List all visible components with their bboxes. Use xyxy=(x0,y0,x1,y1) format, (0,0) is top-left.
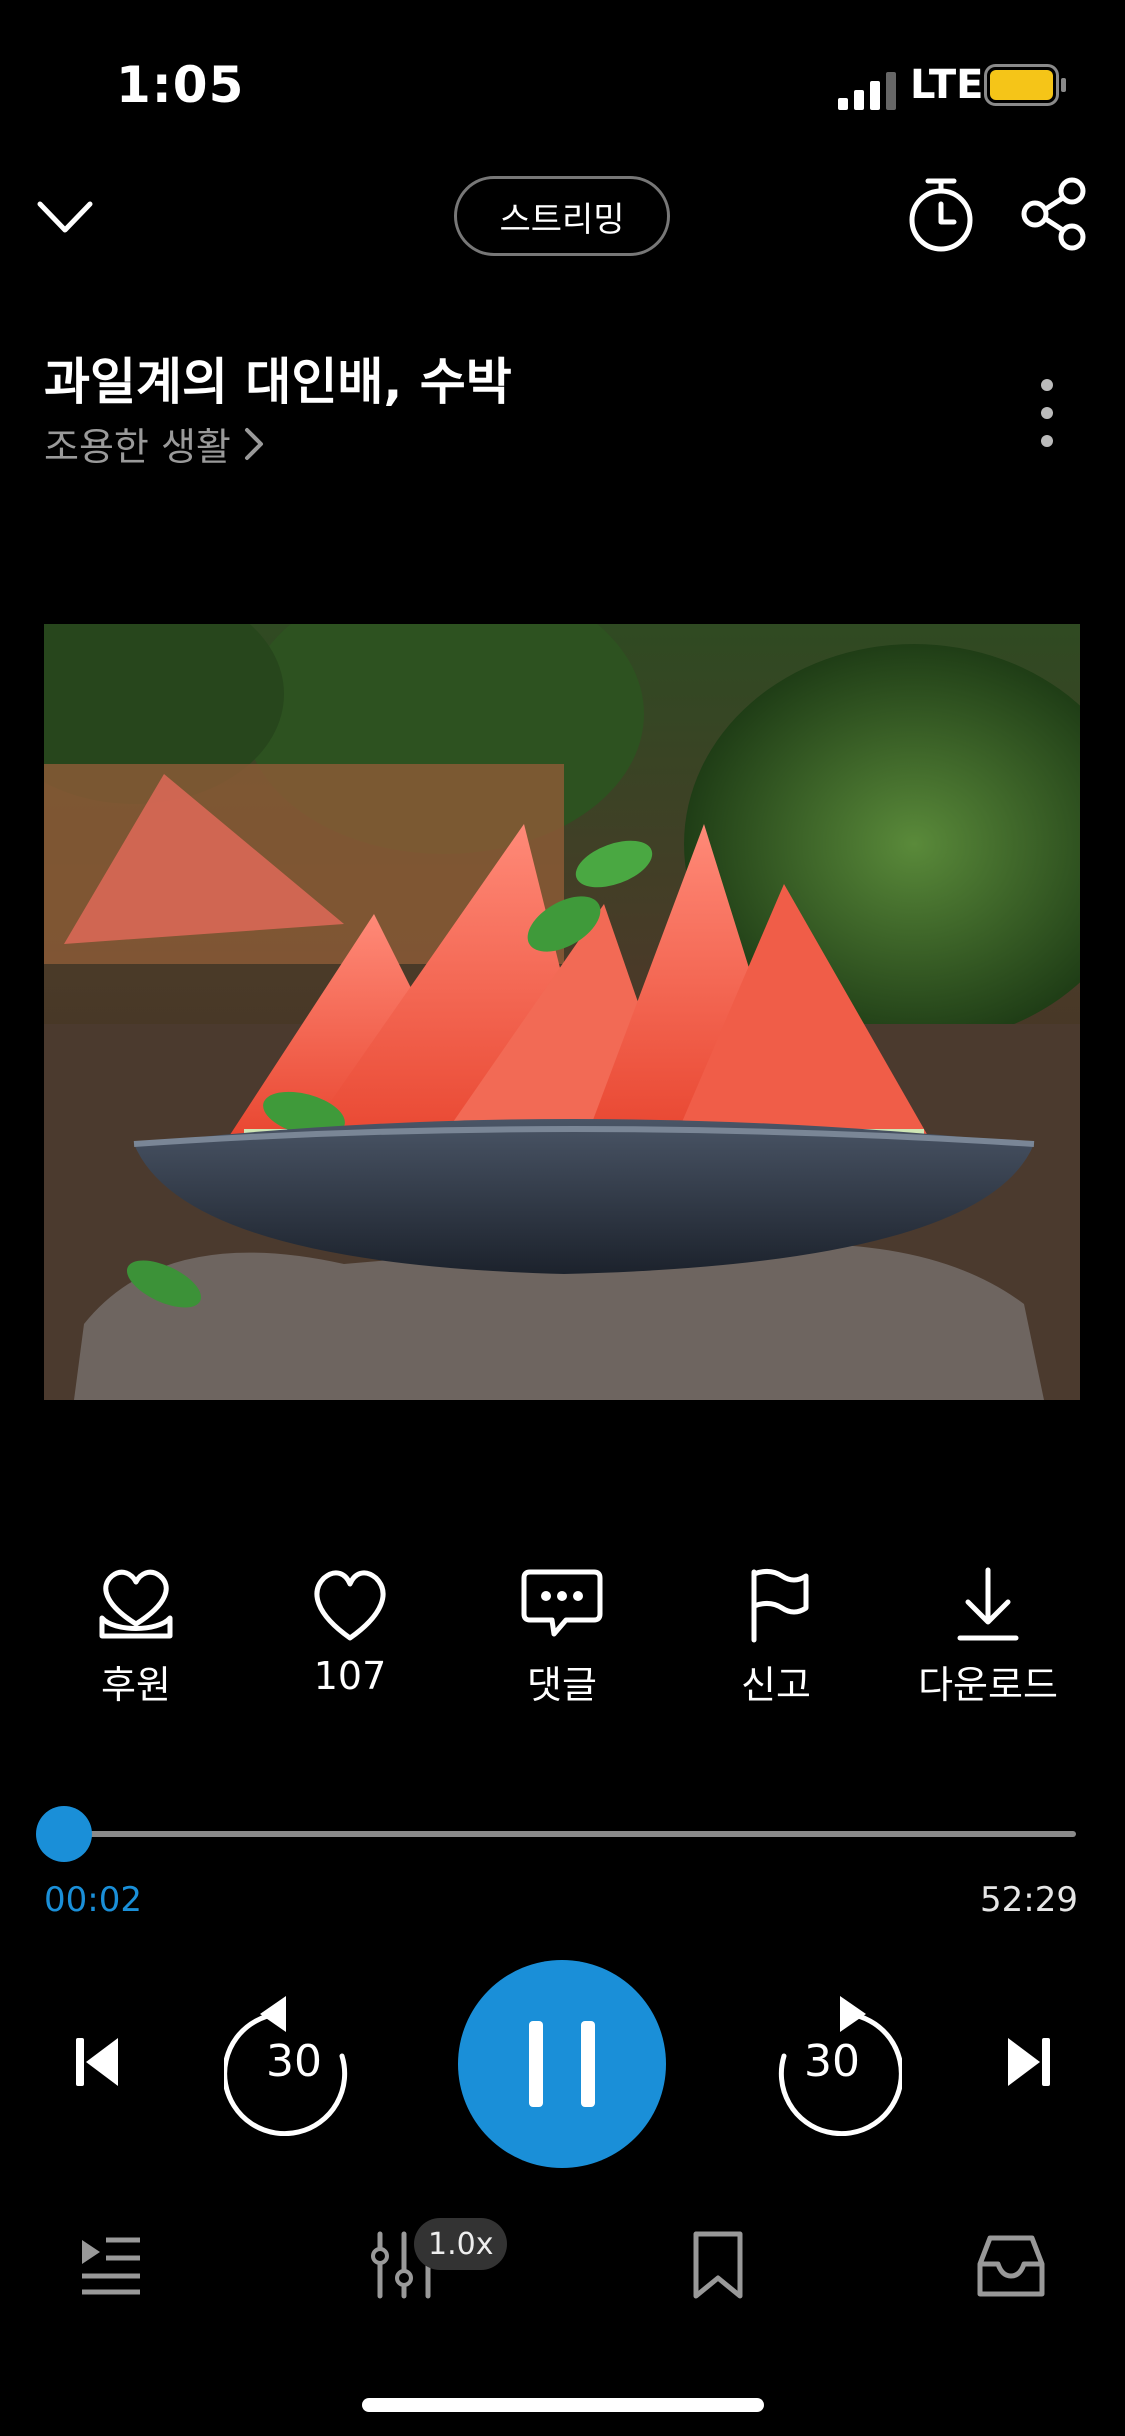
network-type: LTE xyxy=(910,62,984,108)
progress-track[interactable] xyxy=(64,1831,1076,1837)
playback-speed-badge[interactable]: 1.0x xyxy=(414,2218,508,2270)
storage-box-icon[interactable] xyxy=(976,2230,1046,2300)
audio-player-screen: 1:05 LTE 스트리밍 과일계의 대인배, 수박 조용한 생활 후원 107… xyxy=(0,0,1125,2436)
previous-track-icon[interactable] xyxy=(72,2034,122,2090)
streaming-mode-button[interactable]: 스트리밍 xyxy=(454,176,670,256)
donate-button[interactable]: 후원 xyxy=(36,1566,236,1709)
share-icon[interactable] xyxy=(1018,176,1090,252)
home-indicator[interactable] xyxy=(362,2398,764,2412)
status-time: 1:05 xyxy=(116,56,245,114)
pause-button[interactable] xyxy=(458,1960,666,2168)
download-label: 다운로드 xyxy=(918,1663,1058,1707)
forward-seconds: 30 xyxy=(804,2036,860,2087)
chevron-down-icon[interactable] xyxy=(36,188,94,246)
battery-icon xyxy=(984,64,1066,106)
playlist-icon[interactable] xyxy=(78,2230,142,2300)
cellular-signal-icon xyxy=(838,72,896,110)
report-button[interactable]: 신고 xyxy=(676,1566,876,1709)
more-options-icon[interactable] xyxy=(1030,376,1064,450)
download-button[interactable]: 다운로드 xyxy=(888,1566,1088,1709)
episode-artwork xyxy=(44,624,1080,1400)
bookmark-icon[interactable] xyxy=(690,2230,746,2300)
sleep-timer-icon[interactable] xyxy=(906,176,976,252)
donate-label: 후원 xyxy=(101,1663,171,1707)
pause-icon xyxy=(529,2021,543,2107)
progress-thumb[interactable] xyxy=(36,1806,92,1862)
like-count: 107 xyxy=(313,1654,387,1698)
chevron-right-icon xyxy=(244,427,263,460)
comment-icon xyxy=(521,1569,603,1637)
episode-title: 과일계의 대인배, 수박 xyxy=(44,353,512,411)
heart-icon xyxy=(314,1570,386,1641)
total-duration: 52:29 xyxy=(980,1880,1078,1920)
next-track-icon[interactable] xyxy=(1004,2034,1054,2090)
pause-icon-bar xyxy=(581,2021,595,2107)
channel-link[interactable]: 조용한 생활 xyxy=(44,416,265,471)
download-icon xyxy=(957,1567,1019,1641)
like-button[interactable]: 107 xyxy=(250,1566,450,1698)
comment-label: 댓글 xyxy=(527,1663,597,1707)
gift-heart-icon xyxy=(99,1569,173,1639)
comment-button[interactable]: 댓글 xyxy=(462,1566,662,1709)
report-label: 신고 xyxy=(741,1663,811,1707)
rewind-seconds: 30 xyxy=(266,2036,322,2087)
channel-name: 조용한 생활 xyxy=(44,425,231,469)
elapsed-time: 00:02 xyxy=(44,1880,142,1920)
flag-icon xyxy=(751,1568,809,1643)
